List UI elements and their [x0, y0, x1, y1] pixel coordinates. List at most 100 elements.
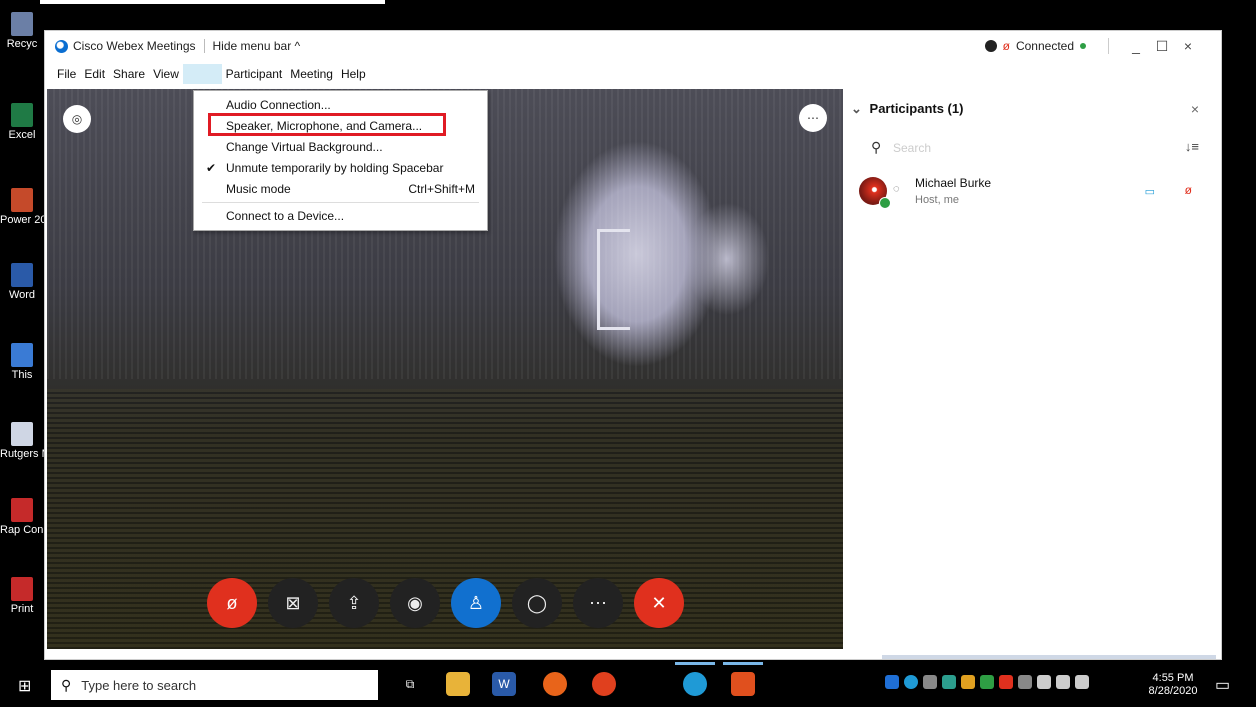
desktop-icon-label: Excel: [8, 129, 36, 141]
volume-icon[interactable]: [1075, 675, 1089, 689]
desktop-icon-print[interactable]: Print: [0, 577, 44, 615]
webex-taskbar-icon[interactable]: [683, 672, 707, 696]
sort-icon[interactable]: ↓≡: [1185, 139, 1199, 154]
video-button[interactable]: ⊠: [268, 578, 318, 628]
layout-icon[interactable]: ◎: [63, 105, 91, 133]
desktop-icon-label: Rap Conn: [0, 524, 44, 536]
participant-role: Host, me: [915, 194, 960, 206]
tray-icon[interactable]: [961, 675, 975, 689]
menu-edit[interactable]: Edit: [80, 64, 109, 84]
chrome-icon[interactable]: [592, 672, 616, 696]
shortcut-icon: [11, 422, 33, 446]
tray-icon[interactable]: [999, 675, 1013, 689]
tray-icon[interactable]: [904, 675, 918, 689]
desktop-icon-this-pc[interactable]: This: [0, 343, 44, 381]
mute-button[interactable]: ø: [207, 578, 257, 628]
desktop-icon-recycle-bin[interactable]: Recyc: [0, 12, 44, 50]
status-dot-icon: [879, 197, 891, 209]
audio-menu-dropdown: Audio Connection... Speaker, Microphone,…: [193, 90, 488, 231]
top-edge-strip: [40, 0, 385, 4]
tray-icon[interactable]: [942, 675, 956, 689]
menu-item-label: Music mode: [226, 182, 291, 196]
participant-name: Michael Burke: [915, 176, 992, 190]
desktop-icon-word[interactable]: Word: [0, 263, 44, 301]
tray-icon[interactable]: [885, 675, 899, 689]
title-separator: [1108, 38, 1109, 54]
menu-item-music-mode[interactable]: Music mode Ctrl+Shift+M: [194, 179, 487, 199]
highlight-box: [208, 113, 446, 136]
more-button[interactable]: ⋯: [573, 578, 623, 628]
participant-video-icon[interactable]: ▭: [1145, 185, 1155, 198]
window-title: Cisco Webex Meetings: [73, 39, 196, 53]
title-separator: [203, 39, 205, 53]
participant-mic-icon[interactable]: ø: [1185, 183, 1192, 197]
desktop-icon-powerpoint[interactable]: Power 201: [0, 188, 44, 226]
participants-button[interactable]: ♙: [451, 578, 501, 628]
word-icon[interactable]: W: [492, 672, 516, 696]
chevron-down-icon: ⌄: [851, 101, 862, 116]
menu-participant[interactable]: Participant: [222, 64, 287, 84]
menu-item-change-virtual-background[interactable]: Change Virtual Background...: [194, 137, 487, 157]
more-options-icon[interactable]: ⋯: [799, 104, 827, 132]
powerpoint-icon: [11, 188, 33, 212]
participants-header[interactable]: ⌄ Participants (1): [851, 101, 963, 117]
tray-icon[interactable]: [980, 675, 994, 689]
leave-icon: ✕: [651, 592, 667, 613]
menu-item-label: Audio Connection...: [226, 98, 331, 112]
chat-icon: ◯: [526, 592, 548, 613]
menu-bar: File Edit Share View Audio Participant M…: [45, 63, 370, 85]
desktop-icon-rutgers[interactable]: Rutgers Ma: [0, 422, 44, 460]
connection-status[interactable]: Connected: [1016, 39, 1074, 53]
taskbar: ⊞ ⚲ Type here to search ⧉ W 4:55 PM 8/28…: [0, 662, 1256, 707]
leave-button[interactable]: ✕: [634, 578, 684, 628]
share-button[interactable]: ⇪: [329, 578, 379, 628]
hide-menu-bar-button[interactable]: Hide menu bar ^: [213, 39, 301, 53]
tray-icon[interactable]: [1018, 675, 1032, 689]
file-explorer-icon[interactable]: [446, 672, 470, 696]
close-button[interactable]: ×: [1175, 38, 1201, 54]
maximize-button[interactable]: ☐: [1149, 38, 1175, 55]
menu-item-audio-connection[interactable]: Audio Connection...: [194, 95, 487, 115]
mic-muted-icon: ø: [1002, 39, 1010, 53]
recycle-bin-icon: [11, 12, 33, 36]
tray-icon[interactable]: [923, 675, 937, 689]
record-button[interactable]: ◉: [390, 578, 440, 628]
system-tray: [885, 675, 1089, 689]
chat-button[interactable]: ◯: [512, 578, 562, 628]
taskbar-clock[interactable]: 4:55 PM 8/28/2020: [1143, 672, 1203, 698]
headset-icon: ◌: [893, 183, 900, 195]
mic-off-icon: ø: [226, 592, 238, 613]
taskbar-search-input[interactable]: ⚲ Type here to search: [51, 670, 378, 700]
windows-start-icon[interactable]: ⊞: [18, 676, 34, 695]
taskbar-search-placeholder: Type here to search: [81, 677, 197, 693]
desktop-icon-rap-conn[interactable]: Rap Conn: [0, 498, 44, 536]
tray-icon[interactable]: [1037, 675, 1051, 689]
shortcut-icon: [11, 498, 33, 522]
participant-search-input[interactable]: Search: [893, 141, 931, 155]
menu-help[interactable]: Help: [337, 64, 370, 84]
menu-view[interactable]: View: [149, 64, 183, 84]
menu-item-unmute-spacebar[interactable]: ✔ Unmute temporarily by holding Spacebar: [194, 158, 487, 178]
menu-item-label: Connect to a Device...: [226, 209, 345, 223]
network-icon[interactable]: [1056, 675, 1070, 689]
excel-icon: [11, 103, 33, 127]
active-app-indicator: [723, 662, 763, 665]
firefox-icon[interactable]: [543, 672, 567, 696]
desktop-icon-excel[interactable]: Excel: [0, 103, 44, 141]
search-icon: ⚲: [871, 139, 882, 155]
menu-share[interactable]: Share: [109, 64, 149, 84]
menu-meeting[interactable]: Meeting: [286, 64, 337, 84]
close-panel-button[interactable]: ×: [1191, 101, 1199, 117]
record-icon: ◉: [407, 592, 423, 613]
video-panel: [597, 229, 630, 330]
task-view-icon[interactable]: ⧉: [398, 672, 422, 696]
menu-file[interactable]: File: [53, 64, 80, 84]
app-icon[interactable]: [731, 672, 755, 696]
menu-item-connect-to-device[interactable]: Connect to a Device...: [194, 206, 487, 226]
menu-item-label: Change Virtual Background...: [226, 140, 383, 154]
panel-shadow: [882, 655, 1216, 659]
minimize-button[interactable]: _: [1123, 38, 1149, 54]
menu-audio[interactable]: Audio: [182, 64, 222, 84]
notification-icon[interactable]: ▭: [1215, 675, 1230, 695]
webex-logo-icon: [55, 39, 68, 53]
